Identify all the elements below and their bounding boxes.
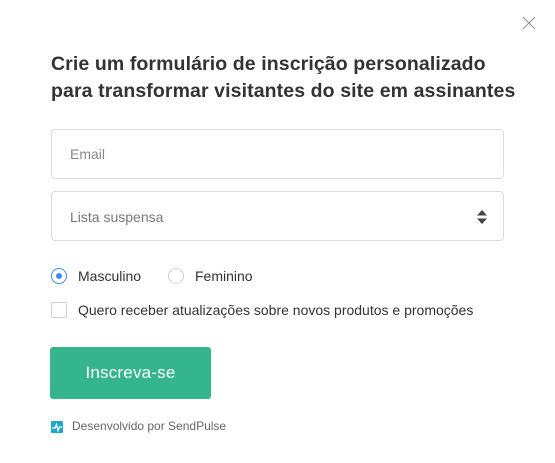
email-field[interactable] (52, 130, 503, 178)
form-title-line-2: para transformar visitantes do site em a… (51, 80, 516, 102)
dropdown-select[interactable]: Lista suspensa (51, 191, 504, 241)
radio-button-selected[interactable] (51, 268, 67, 284)
sendpulse-logo-icon (51, 420, 63, 433)
form-title-line-1: Crie um formulário de inscrição personal… (51, 53, 486, 75)
form-title: Crie um formulário de inscrição personal… (51, 51, 521, 105)
email-field-wrapper (51, 129, 504, 179)
consent-checkbox[interactable] (51, 302, 67, 318)
consent-label: Quero receber atualizações sobre novos p… (78, 302, 474, 318)
close-icon[interactable] (522, 16, 536, 30)
powered-by-text: Desenvolvido por SendPulse (72, 419, 227, 433)
radio-button-unselected[interactable] (168, 268, 184, 284)
subscribe-button[interactable]: Inscreva-se (50, 347, 211, 399)
radio-label-feminino: Feminino (195, 268, 253, 284)
sort-arrows-icon (477, 210, 487, 224)
dropdown-select-placeholder: Lista suspensa (70, 209, 164, 225)
subscription-form-modal: Crie um formulário de inscrição personal… (0, 0, 555, 463)
radio-label-masculino: Masculino (78, 268, 142, 284)
